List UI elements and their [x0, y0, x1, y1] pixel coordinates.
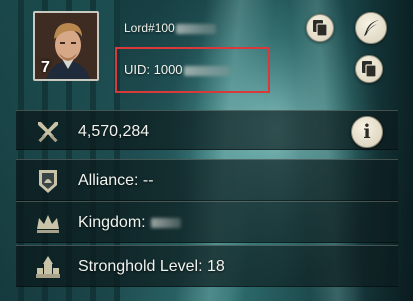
kingdom-row[interactable]: Kingdom: [16, 201, 398, 243]
alliance-label: Alliance: -- [78, 172, 154, 189]
copy-icon [362, 61, 377, 78]
redacted-blur [151, 217, 182, 228]
player-name-text: Lord#100 [124, 21, 175, 35]
rename-button[interactable] [355, 12, 387, 44]
player-level: 7 [41, 59, 50, 76]
stronghold-row[interactable]: Stronghold Level: 18 [16, 245, 398, 287]
crown-icon [37, 215, 59, 233]
player-avatar[interactable]: 7 [33, 11, 99, 81]
stronghold-level: Stronghold Level: 18 [78, 258, 225, 275]
castle-icon [36, 256, 60, 278]
info-icon: i [363, 121, 371, 143]
info-button[interactable]: i [351, 116, 383, 148]
alliance-emblem-icon [39, 170, 57, 193]
player-name: Lord#100 [124, 21, 216, 35]
copy-icon [313, 20, 328, 37]
redacted-blur [183, 65, 230, 76]
alliance-row[interactable]: Alliance: -- [16, 159, 398, 201]
kingdom-label: Kingdom: [78, 214, 182, 232]
power-value: 4,570,284 [78, 123, 150, 140]
copy-uid-button[interactable] [355, 55, 383, 83]
crossed-swords-icon [38, 122, 58, 143]
redacted-blur [175, 23, 216, 34]
copy-name-button[interactable] [306, 14, 334, 42]
power-row: 4,570,284 [16, 110, 398, 150]
player-uid-text: UID: 1000 [124, 62, 183, 77]
player-uid: UID: 1000 [124, 62, 230, 77]
quill-icon [364, 20, 379, 36]
kingdom-label-text: Kingdom: [78, 214, 146, 231]
